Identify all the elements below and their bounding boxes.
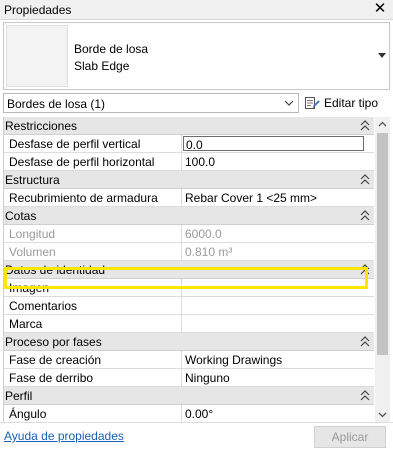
property-value-cell: 6000.0: [181, 225, 374, 242]
section-title: Cotas: [5, 209, 37, 223]
property-row: Fase de derribo Ninguno: [4, 369, 374, 387]
collapse-icon[interactable]: [360, 210, 370, 222]
collapse-icon[interactable]: [360, 390, 370, 402]
section-estructura[interactable]: Estructura: [4, 171, 374, 189]
property-name: Desfase de perfil horizontal: [9, 155, 155, 169]
collapse-icon[interactable]: [360, 264, 370, 276]
property-name: Desfase de perfil vertical: [9, 137, 141, 151]
properties-footer: Ayuda de propiedades Aplicar: [0, 422, 393, 452]
properties-grid: Restricciones Desfase de perfil vertical…: [3, 117, 374, 422]
scrollbar-thumb[interactable]: [377, 133, 388, 355]
scroll-up-icon[interactable]: [375, 117, 390, 132]
section-title: Proceso por fases: [5, 335, 102, 349]
property-name: Fase de creación: [9, 353, 102, 367]
section-identidad[interactable]: Datos de identidad: [4, 261, 374, 279]
close-icon[interactable]: ✕: [373, 1, 387, 17]
type-preview-image: [6, 25, 68, 87]
section-restricciones[interactable]: Restricciones: [4, 117, 374, 135]
panel-title: Propiedades: [4, 3, 72, 17]
edit-type-label: Editar tipo: [324, 96, 379, 110]
property-value-cell[interactable]: 0.0: [181, 135, 374, 152]
property-value-cell[interactable]: Rebar Cover 1 <25 mm>: [181, 189, 374, 206]
collapse-icon[interactable]: [360, 120, 370, 132]
property-value: 0.810 m³: [185, 245, 233, 259]
property-value: Working Drawings: [185, 353, 283, 367]
property-value: 0.0: [186, 138, 203, 152]
type-family-label: Borde de losa: [74, 42, 149, 56]
scroll-down-icon[interactable]: [375, 407, 390, 422]
property-value: 0.00°: [185, 407, 214, 421]
property-value-cell[interactable]: Ninguno: [181, 369, 374, 386]
property-row: Comentarios: [4, 297, 374, 315]
property-name: Comentarios: [9, 299, 78, 313]
property-value-cell[interactable]: [181, 297, 374, 314]
type-dropdown-button[interactable]: [375, 23, 389, 89]
property-name: Marca: [9, 317, 43, 331]
vertical-scrollbar[interactable]: [375, 117, 390, 422]
property-name: Imagen: [9, 281, 50, 295]
chevron-down-icon: [284, 100, 294, 106]
type-name: Borde de losa Slab Edge: [74, 41, 148, 75]
element-filter-value: Bordes de losa (1): [7, 97, 106, 111]
section-title: Restricciones: [5, 119, 78, 133]
section-title: Datos de identidad: [5, 263, 106, 277]
property-value-cell[interactable]: 0.00°: [181, 405, 374, 422]
property-row: Volumen 0.810 m³: [4, 243, 374, 261]
property-row: Recubrimiento de armadura Rebar Cover 1 …: [4, 189, 374, 207]
section-fases[interactable]: Proceso por fases: [4, 333, 374, 351]
property-row: Imagen: [4, 279, 374, 297]
properties-titlebar: Propiedades ✕: [0, 0, 393, 20]
collapse-icon[interactable]: [360, 174, 370, 186]
section-perfil[interactable]: Perfil: [4, 387, 374, 405]
property-value-cell[interactable]: 100.0: [181, 153, 374, 170]
type-name-label: Slab Edge: [74, 59, 130, 73]
edit-type-icon: [305, 97, 320, 109]
property-value-cell: 0.810 m³: [181, 243, 374, 260]
property-value-cell[interactable]: [181, 315, 374, 332]
section-cotas[interactable]: Cotas: [4, 207, 374, 225]
property-value: 100.0: [185, 155, 216, 169]
property-name: Ángulo: [9, 407, 47, 421]
section-title: Estructura: [5, 173, 60, 187]
property-value: Ninguno: [185, 371, 230, 385]
property-value: Rebar Cover 1 <25 mm>: [185, 191, 318, 205]
property-row: Desfase de perfil horizontal 100.0: [4, 153, 374, 171]
vertical-offset-input[interactable]: 0.0: [183, 136, 364, 152]
collapse-icon[interactable]: [360, 336, 370, 348]
element-filter-dropdown[interactable]: Bordes de losa (1): [3, 93, 299, 113]
properties-help-link[interactable]: Ayuda de propiedades: [4, 429, 124, 443]
property-name: Recubrimiento de armadura: [9, 191, 158, 205]
property-row: Fase de creación Working Drawings: [4, 351, 374, 369]
property-value-cell[interactable]: Working Drawings: [181, 351, 374, 368]
apply-button[interactable]: Aplicar: [314, 426, 386, 448]
property-row: Desfase de perfil vertical 0.0: [4, 135, 374, 153]
property-row: Ángulo 0.00°: [4, 405, 374, 422]
property-value-cell[interactable]: [181, 279, 374, 296]
type-selector[interactable]: Borde de losa Slab Edge: [3, 22, 390, 90]
property-row: Longitud 6000.0: [4, 225, 374, 243]
property-row: Marca: [4, 315, 374, 333]
property-name: Volumen: [9, 245, 56, 259]
property-name: Fase de derribo: [9, 371, 94, 385]
property-name: Longitud: [9, 227, 56, 241]
section-title: Perfil: [5, 389, 33, 403]
property-value: 6000.0: [185, 227, 222, 241]
edit-type-button[interactable]: Editar tipo: [304, 93, 378, 113]
caret-down-icon: [378, 53, 386, 58]
